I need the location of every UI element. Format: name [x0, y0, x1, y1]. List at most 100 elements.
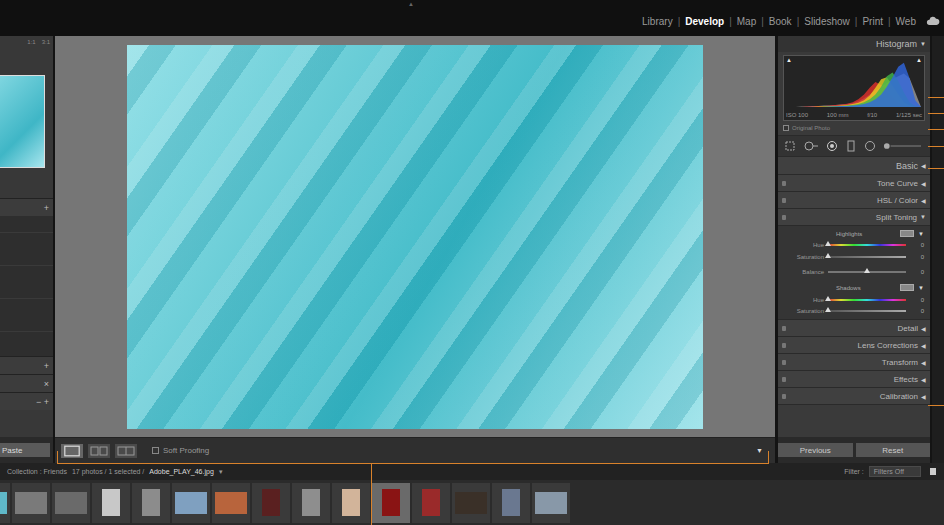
thumbnail[interactable] — [262, 489, 280, 516]
module-tab[interactable]: Slideshow — [804, 16, 850, 27]
module-tab[interactable]: Map — [737, 16, 756, 27]
panel-button[interactable]: Previous — [778, 443, 853, 457]
slider-thumb[interactable] — [864, 268, 870, 273]
graduated-filter-icon[interactable] — [845, 140, 857, 152]
filmstrip-cell[interactable] — [292, 483, 330, 523]
slider-value[interactable]: 0 — [910, 308, 924, 314]
left-section-header[interactable]: + — [0, 356, 53, 374]
panel-switch[interactable] — [782, 377, 786, 382]
thumbnail[interactable] — [0, 492, 7, 514]
filmstrip-cell[interactable] — [412, 483, 450, 523]
thumbnail[interactable] — [342, 489, 360, 516]
panel-arrow[interactable]: ◀ — [921, 342, 926, 349]
thumbnail[interactable] — [455, 492, 487, 514]
filmstrip-cell[interactable] — [52, 483, 90, 523]
red-eye-icon[interactable] — [826, 140, 838, 152]
thumbnail[interactable] — [302, 489, 320, 516]
section-action[interactable]: + — [44, 361, 49, 371]
filmstrip-cell[interactable] — [492, 483, 530, 523]
filmstrip-cell[interactable] — [332, 483, 370, 523]
panel-button[interactable]: Reset — [856, 443, 931, 457]
section-action[interactable]: × — [44, 379, 49, 389]
slider-thumb[interactable] — [825, 307, 831, 312]
slider-thumb[interactable] — [825, 296, 831, 301]
zoom-option[interactable]: 3:1 — [42, 39, 50, 45]
slider-track[interactable] — [828, 256, 906, 258]
thumbnail[interactable] — [102, 489, 120, 516]
thumbnail[interactable] — [142, 489, 160, 516]
checkbox-box[interactable] — [783, 125, 789, 131]
cloud-icon[interactable] — [926, 15, 940, 26]
panel-header[interactable]: Split Toning▼ — [778, 209, 930, 226]
toolbar-menu[interactable]: ▼ — [756, 447, 763, 454]
swatch-menu[interactable]: ▼ — [918, 285, 924, 291]
swatch-menu[interactable]: ▼ — [918, 231, 924, 237]
crop-icon[interactable] — [784, 140, 796, 152]
loupe-view-icon[interactable] — [61, 444, 83, 458]
color-swatch[interactable] — [900, 284, 914, 291]
panel-arrow[interactable]: ◀ — [921, 197, 926, 204]
filmstrip-cell[interactable] — [252, 483, 290, 523]
panel-header[interactable]: Detail◀ — [778, 320, 930, 337]
panel-arrow[interactable]: ◀ — [921, 162, 926, 169]
slider-value[interactable]: 0 — [910, 254, 924, 260]
panel-header[interactable]: Lens Corrections◀ — [778, 337, 930, 354]
panel-switch[interactable] — [782, 343, 786, 348]
radial-filter-icon[interactable] — [864, 140, 876, 152]
zoom-option[interactable]: 1:1 — [27, 39, 35, 45]
histogram-header[interactable]: Histogram▼ — [778, 36, 930, 52]
thumbnail[interactable] — [55, 492, 87, 514]
thumbnail[interactable] — [535, 492, 567, 514]
left-section-header[interactable]: × — [0, 374, 53, 392]
shadow-clip-indicator[interactable]: ▲ — [786, 57, 792, 63]
histogram[interactable]: ▲▲ISO 100100 mmf/101/125 sec — [783, 55, 925, 121]
panel-switch[interactable] — [782, 394, 786, 399]
left-section-header[interactable]: + — [0, 198, 53, 216]
panel-arrow[interactable]: ◀ — [921, 325, 926, 332]
panel-header[interactable]: Tone Curve◀ — [778, 175, 930, 192]
filmstrip-cell[interactable] — [532, 483, 570, 523]
thumbnail[interactable] — [175, 492, 207, 514]
slider-value[interactable]: 0 — [910, 297, 924, 303]
filmstrip-cell[interactable] — [12, 483, 50, 523]
filter-dropdown[interactable]: Filters Off — [869, 466, 921, 477]
module-tab[interactable]: Web — [896, 16, 916, 27]
slider-thumb[interactable] — [825, 253, 831, 258]
filmstrip-cell[interactable] — [452, 483, 490, 523]
panel-arrow[interactable]: ◀ — [921, 376, 926, 383]
module-tab[interactable]: Library — [642, 16, 673, 27]
thumbnail[interactable] — [422, 489, 440, 516]
navigator-preview[interactable] — [0, 75, 45, 168]
histogram-arrow[interactable]: ▼ — [920, 41, 926, 47]
slider-track[interactable] — [828, 299, 906, 301]
module-tab[interactable]: Develop — [685, 16, 724, 27]
before-after-icon[interactable] — [115, 444, 137, 458]
highlight-clip-indicator[interactable]: ▲ — [916, 57, 922, 63]
spot-removal-icon[interactable] — [803, 140, 819, 152]
original-photo-checkbox[interactable]: Original Photo — [778, 121, 930, 135]
panel-switch[interactable] — [782, 360, 786, 365]
filter-lock-icon[interactable] — [930, 468, 936, 475]
panel-arrow[interactable]: ▼ — [920, 214, 926, 220]
slider-value[interactable]: 0 — [910, 242, 924, 248]
thumbnail[interactable] — [502, 489, 520, 516]
adjustment-brush-icon[interactable] — [883, 140, 921, 152]
panel-header[interactable]: Basic◀ — [778, 157, 930, 175]
section-action[interactable]: − + — [36, 397, 49, 407]
filmstrip-cell[interactable] — [372, 483, 410, 523]
filmstrip-cell[interactable] — [212, 483, 250, 523]
slider-thumb[interactable] — [825, 241, 831, 246]
file-menu[interactable]: ▾ — [219, 468, 223, 476]
panel-switch[interactable] — [782, 181, 786, 186]
compare-view-icon[interactable] — [88, 444, 110, 458]
file-name[interactable]: Adobe_PLAY_46.jpg — [149, 468, 213, 475]
panel-header[interactable]: Transform◀ — [778, 354, 930, 371]
panel-header[interactable]: Effects◀ — [778, 371, 930, 388]
scrollbar[interactable] — [932, 36, 944, 463]
panel-header[interactable]: Calibration◀ — [778, 388, 930, 405]
paste-button[interactable]: Paste — [0, 443, 50, 457]
thumbnail[interactable] — [382, 489, 400, 516]
filmstrip-cell[interactable] — [92, 483, 130, 523]
color-swatch[interactable] — [900, 230, 914, 237]
panel-arrow[interactable]: ◀ — [921, 393, 926, 400]
